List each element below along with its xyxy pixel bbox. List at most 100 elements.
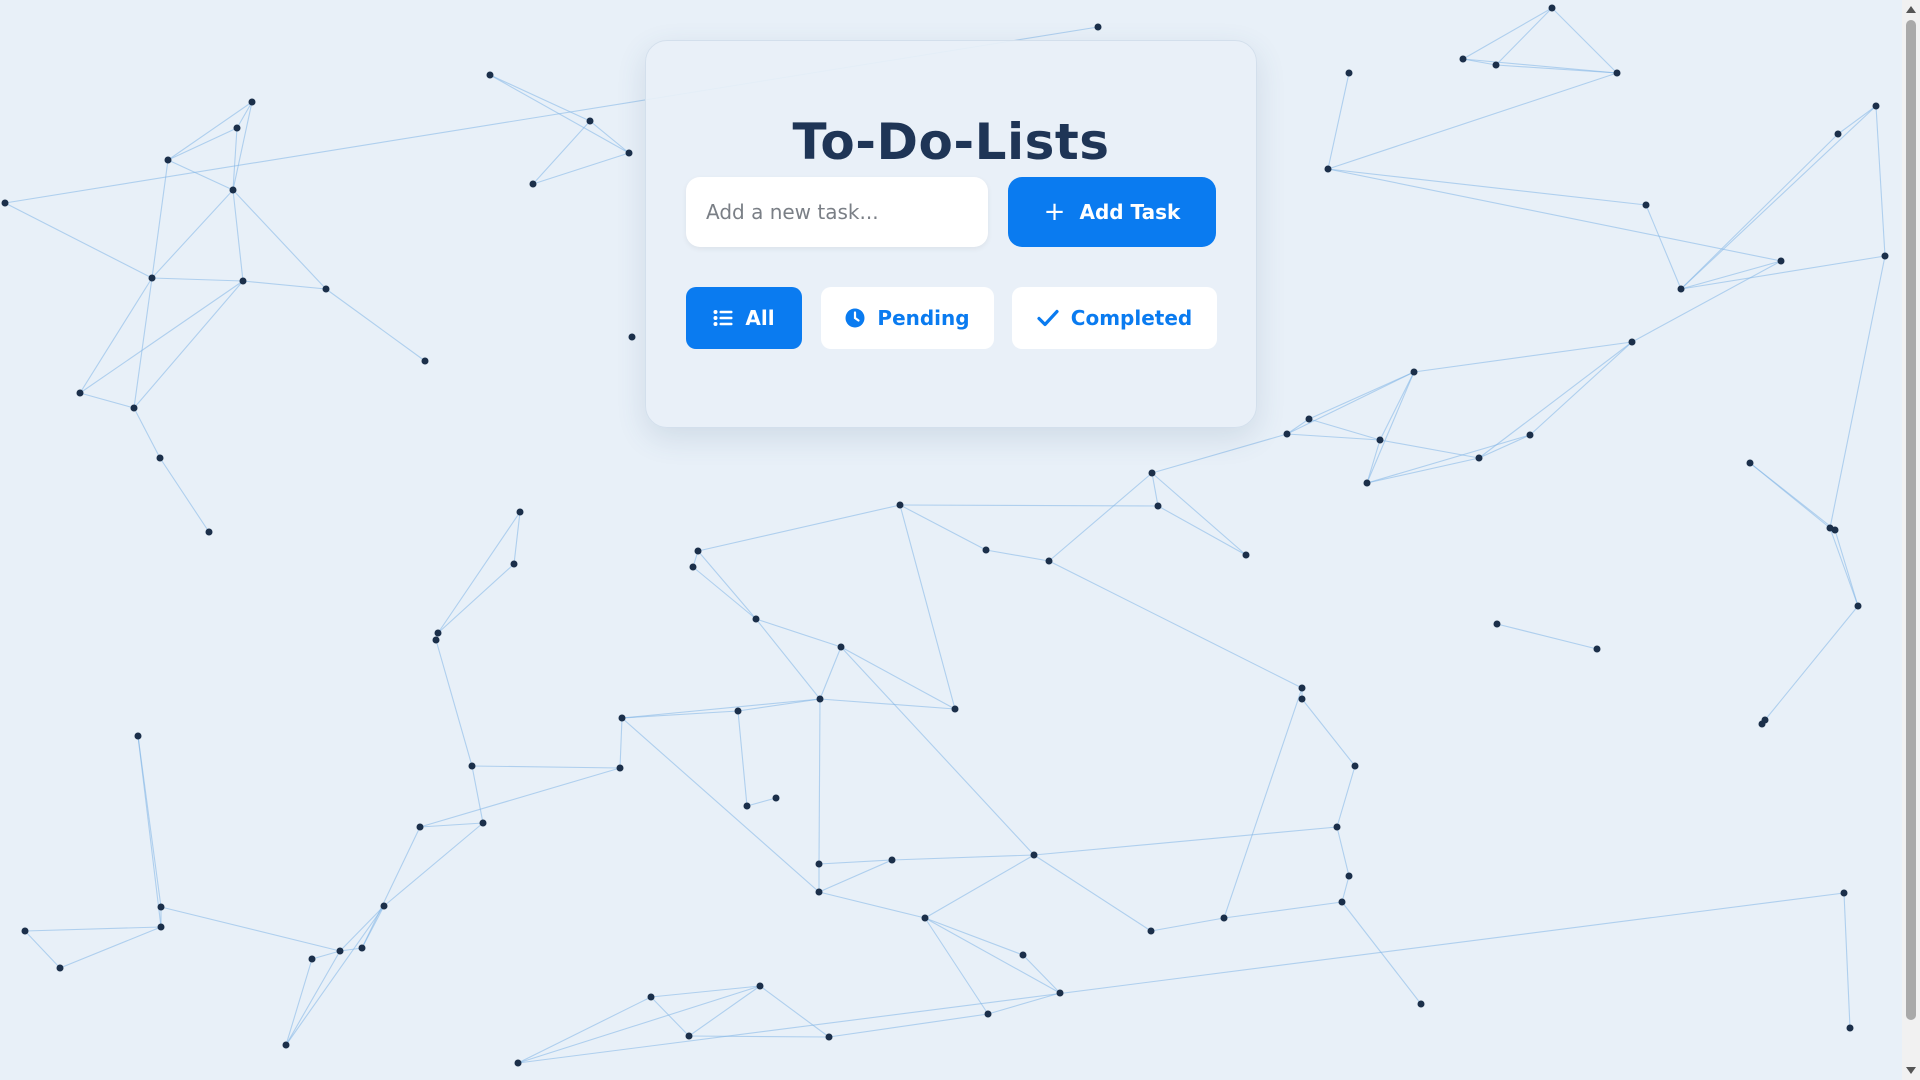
- network-edge: [160, 906, 341, 952]
- network-node: [1345, 69, 1353, 77]
- network-edge: [79, 392, 135, 409]
- network-node: [756, 982, 764, 990]
- network-edge: [1151, 433, 1288, 474]
- check-icon: [1037, 309, 1059, 327]
- network-node: [479, 819, 487, 827]
- network-node: [618, 714, 626, 722]
- network-node: [1376, 436, 1384, 444]
- network-node: [56, 964, 64, 972]
- add-task-label: Add Task: [1079, 200, 1181, 224]
- network-node: [815, 860, 823, 868]
- network-node: [1298, 695, 1306, 703]
- network-edge: [517, 996, 652, 1064]
- network-edge: [133, 277, 153, 409]
- vertical-scrollbar[interactable]: [1902, 0, 1920, 1080]
- network-node: [694, 547, 702, 555]
- network-edge: [755, 618, 842, 648]
- network-edge: [419, 822, 484, 828]
- network-node: [1475, 454, 1483, 462]
- network-edge: [621, 698, 821, 719]
- network-edge: [339, 905, 385, 952]
- network-node: [1220, 914, 1228, 922]
- network-node: [982, 546, 990, 554]
- network-edge: [1048, 472, 1153, 562]
- network-edge: [1379, 371, 1415, 441]
- new-task-input[interactable]: [686, 177, 988, 247]
- network-edge: [1022, 954, 1061, 994]
- network-node: [1333, 823, 1341, 831]
- network-edge: [818, 859, 893, 865]
- network-edge: [924, 917, 1024, 956]
- network-edge: [133, 407, 161, 459]
- network-edge: [1837, 105, 1877, 135]
- network-node: [514, 1059, 522, 1067]
- network-edge: [697, 504, 901, 552]
- add-task-button[interactable]: + Add Task: [1008, 177, 1216, 247]
- filter-all-button[interactable]: All: [686, 287, 802, 349]
- network-node: [130, 404, 138, 412]
- network-edge: [232, 189, 327, 290]
- network-node: [134, 732, 142, 740]
- network-edge: [437, 511, 521, 634]
- network-edge: [818, 891, 926, 919]
- network-node: [76, 389, 84, 397]
- network-node: [434, 629, 442, 637]
- network-edge: [1843, 892, 1851, 1029]
- network-node: [358, 944, 366, 952]
- network-node: [1642, 201, 1650, 209]
- network-edge: [471, 765, 621, 769]
- network-edge: [167, 127, 238, 161]
- network-edge: [435, 639, 473, 767]
- network-node: [336, 947, 344, 955]
- network-node: [157, 903, 165, 911]
- network-edge: [517, 892, 1845, 1064]
- network-edge: [692, 566, 757, 620]
- network-node: [1834, 130, 1842, 138]
- network-edge: [1301, 698, 1356, 767]
- network-edge: [1286, 371, 1415, 435]
- network-node: [1242, 551, 1250, 559]
- scroll-thumb[interactable]: [1906, 20, 1916, 1020]
- network-node: [421, 357, 429, 365]
- network-edge: [151, 189, 234, 279]
- filter-pending-button[interactable]: Pending: [821, 287, 994, 349]
- network-edge: [840, 646, 1035, 856]
- network-edge: [285, 958, 313, 1046]
- network-node: [1351, 762, 1359, 770]
- network-node: [1324, 165, 1332, 173]
- scroll-down-arrow-icon[interactable]: [1906, 1067, 1916, 1074]
- network-edge: [383, 822, 484, 907]
- network-edge: [1764, 605, 1859, 721]
- network-node: [896, 501, 904, 509]
- network-edge: [1327, 72, 1350, 170]
- network-node: [1758, 720, 1766, 728]
- network-node: [816, 695, 824, 703]
- scroll-up-arrow-icon[interactable]: [1906, 6, 1916, 13]
- network-node: [1, 199, 9, 207]
- network-edge: [1327, 168, 1782, 262]
- network-edge: [650, 996, 690, 1037]
- network-edge: [1286, 418, 1310, 435]
- network-node: [1526, 431, 1534, 439]
- network-edge: [517, 985, 761, 1064]
- network-edge: [4, 202, 153, 279]
- network-edge: [1462, 58, 1618, 74]
- network-edge: [746, 797, 777, 807]
- network-edge: [737, 710, 748, 807]
- network-edge: [1286, 433, 1381, 441]
- network-edge: [924, 917, 1061, 994]
- network-node: [815, 888, 823, 896]
- network-edge: [987, 992, 1061, 1015]
- network-node: [1298, 684, 1306, 692]
- network-node: [432, 636, 440, 644]
- network-edge: [621, 717, 820, 893]
- network-node: [1094, 23, 1102, 31]
- filter-all-label: All: [745, 306, 775, 330]
- filter-completed-button[interactable]: Completed: [1012, 287, 1217, 349]
- network-node: [1019, 951, 1027, 959]
- network-edge: [619, 717, 623, 769]
- network-node: [157, 923, 165, 931]
- network-node: [616, 764, 624, 772]
- network-node: [689, 563, 697, 571]
- network-edge: [1048, 560, 1303, 689]
